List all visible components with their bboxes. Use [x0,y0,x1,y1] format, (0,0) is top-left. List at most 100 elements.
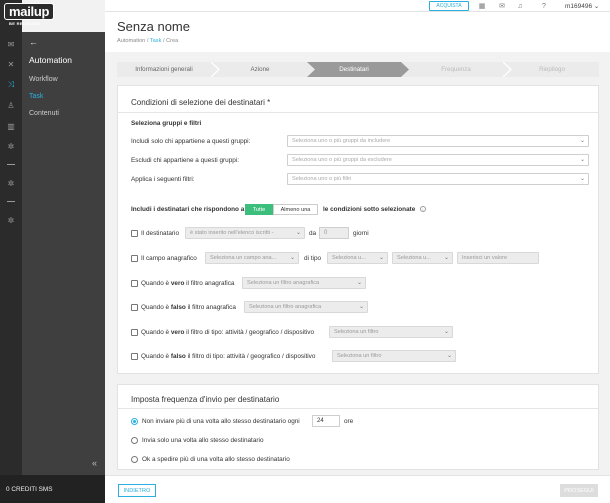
breadcrumb-crea: Crea [166,38,179,44]
exclude-groups-select[interactable]: Seleziona uno o più gruppi da escludere ⌄ [287,154,589,166]
field-value-input[interactable]: Inserisci un valore [457,252,539,264]
chevron-down-icon: ⌄ [295,230,301,236]
days-input[interactable]: 0 [319,227,349,239]
sidebar: ← Automation Workflow Task Contenuti [22,32,105,475]
field-checkbox[interactable] [131,255,138,262]
frequency-option-once-radio[interactable] [131,437,138,444]
buy-button[interactable]: ACQUISTA [429,1,469,11]
next-button[interactable]: PROSEGUI [560,484,598,497]
gear-icon[interactable]: ✲ [5,177,17,189]
chevron-down-icon: ⌄ [289,255,295,261]
chevron-down-icon: ⌄ [579,176,585,182]
frequency-option-limit-radio[interactable] [131,418,138,425]
logo-wordmark: mailup [4,3,55,20]
stats-icon[interactable]: ▥ [5,120,17,132]
true-filter-checkbox[interactable] [131,280,138,287]
groups-heading: Seleziona gruppi e filtri [131,120,202,127]
icon-rail: ✉ ✕ ⤨ ♙ ▥ ✲ ✲ ✲ [0,0,22,503]
step-frequenza: Frequenza [441,66,471,73]
info-icon[interactable]: i [420,206,426,212]
top-bar: ACQUISTA ▦ ✉ ♫ ? m169496 ⌄ [105,0,610,12]
match-all-toggle[interactable]: Tutte [245,204,273,215]
match-prefix: Includi i destinatari che rispondono a [131,206,245,213]
false-type-select[interactable]: Seleziona un filtro ⌄ [332,350,456,362]
chevron-down-icon: ⌄ [446,353,452,359]
gear-icon[interactable]: ✲ [5,214,17,226]
back-arrow-icon[interactable]: ← [29,37,38,47]
chevron-down-icon: ⌄ [443,255,449,261]
true-type-label: Quando è vero il filtro di tipo: attivit… [141,329,315,336]
help-icon[interactable]: ? [539,1,549,11]
chevron-down-icon: ⌄ [443,329,449,335]
page-title: Senza nome [117,19,190,34]
sidebar-item-task[interactable]: Task [29,93,43,100]
step-informazioni-generali[interactable]: Informazioni generali [117,62,211,77]
giorni-label: giorni [353,230,369,237]
chevron-down-icon: ⌄ [378,255,384,261]
sidebar-item-contenuti[interactable]: Contenuti [29,110,59,117]
frequency-option-once-label: Invia solo una volta allo stesso destina… [142,437,264,444]
frequency-option-multiple-radio[interactable] [131,456,138,463]
da-label: da [309,230,317,237]
back-button[interactable]: INDIETRO [118,484,156,497]
chevron-down-icon: ⌄ [579,157,585,163]
match-any-toggle[interactable]: Almeno una [273,204,318,215]
card-divider [118,408,598,409]
user-menu[interactable]: m169496 ⌄ [565,2,599,10]
true-type-checkbox[interactable] [131,329,138,336]
exclude-label: Escludi chi appartiene a questi gruppi: [131,157,239,164]
inbox-icon[interactable]: ✉ [497,1,507,11]
chevron-down-icon: ⌄ [356,280,362,286]
breadcrumb-task[interactable]: Task [150,38,162,44]
user-icon[interactable]: ♙ [5,99,17,111]
sidebar-title: Automation [29,55,72,65]
match-suffix: le condizioni sotto selezionate [323,206,416,213]
include-groups-select[interactable]: Seleziona uno o più gruppi da includere ⌄ [287,135,589,147]
rail-divider [7,201,15,202]
chevron-down-icon: ⌄ [358,304,364,310]
hours-input[interactable]: 24 [312,415,340,427]
frequency-card: Imposta frequenza d'invio per destinatar… [117,384,599,470]
field-type-select[interactable]: Seleziona u... ⌄ [327,252,388,264]
bell-icon[interactable]: ♫ [515,1,525,11]
step-azione[interactable]: Azione [213,62,307,77]
recipient-checkbox[interactable] [131,230,138,237]
recipient-condition-select[interactable]: è stato inserito nell'elenco iscritti - ⌄ [185,227,305,239]
logo-tagline: BE RELEVANT [9,21,41,26]
step-destinatari[interactable]: Destinatari [307,62,401,77]
breadcrumb: Automation / Task / Crea [117,38,178,44]
tools-icon[interactable]: ✕ [5,58,17,70]
false-type-checkbox[interactable] [131,353,138,360]
sidebar-item-workflow[interactable]: Workflow [29,76,58,83]
ore-label: ore [344,418,354,425]
frequency-title: Imposta frequenza d'invio per destinatar… [131,395,280,404]
rail-divider [7,164,15,165]
mailup-logo[interactable]: mailup BE RELEVANT [4,3,68,26]
true-type-select[interactable]: Seleziona un filtro ⌄ [329,326,453,338]
false-filter-select[interactable]: Seleziona un filtro anagrafica ⌄ [244,301,368,313]
false-filter-label: Quando è falso il filtro anagrafica [141,304,236,311]
recipient-label: Il destinatario [141,230,180,237]
gear-icon[interactable]: ✲ [5,140,17,152]
filters-label: Applica i seguenti filtri: [131,176,195,183]
step-chevron [307,62,315,77]
calendar-icon[interactable]: ▦ [477,1,487,11]
true-filter-select[interactable]: Seleziona un filtro anagrafica ⌄ [242,277,366,289]
false-filter-checkbox[interactable] [131,304,138,311]
page-header: Senza nome Automation / Task / Crea [105,12,610,52]
breadcrumb-automation[interactable]: Automation [117,38,145,44]
sms-credits[interactable]: 0 CREDITI SMS [0,475,105,503]
field-label: Il campo anagrafico [141,255,197,262]
tipo-label: di tipo [304,255,322,262]
step-riepilogo: Riepilogo [539,66,565,73]
card-divider [118,112,598,113]
false-type-label: Quando è falso il filtro di tipo: attivi… [141,353,316,360]
automation-icon[interactable]: ⤨ [5,79,17,91]
field-operator-select[interactable]: Seleziona u... ⌄ [392,252,453,264]
conditions-card: Condizioni di selezione dei destinatari … [117,85,599,374]
filters-select[interactable]: Seleziona uno o più filtri ⌄ [287,173,589,185]
collapse-sidebar-icon[interactable]: « [92,458,97,468]
mail-icon[interactable]: ✉ [5,38,17,50]
conditions-title: Condizioni di selezione dei destinatari … [131,98,271,107]
field-select[interactable]: Seleziona un campo ana... ⌄ [205,252,299,264]
